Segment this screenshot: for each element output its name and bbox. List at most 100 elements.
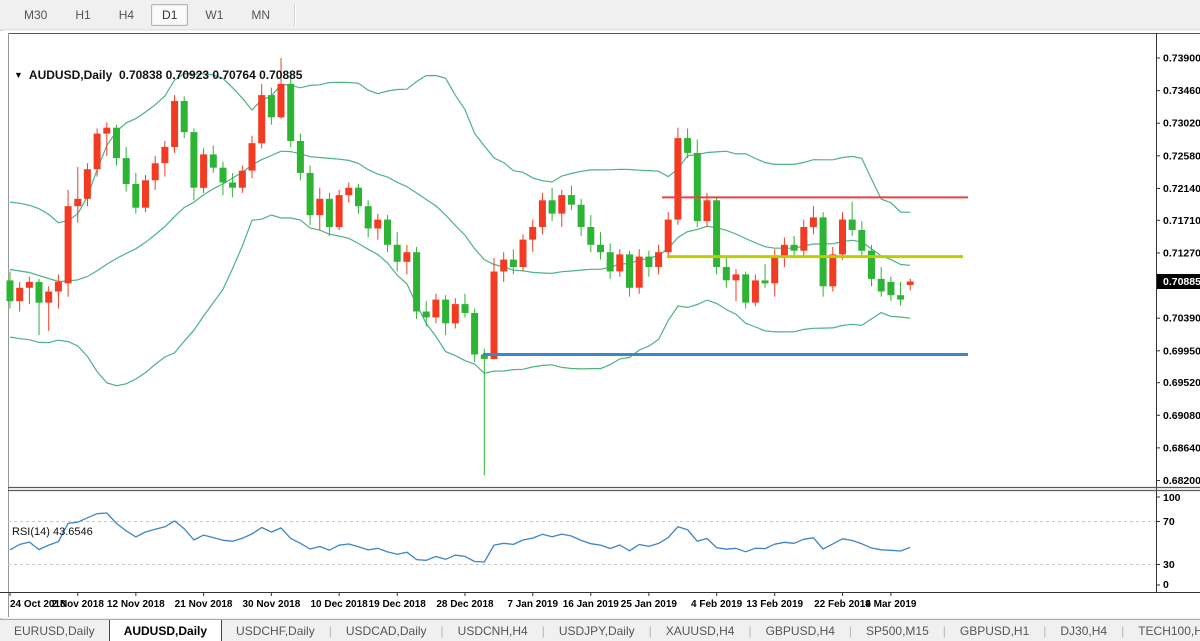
price-axis-label: 0.69950	[1163, 345, 1200, 357]
timeframe-toolbar: M30 H1 H4 D1 W1 MN	[0, 0, 1200, 30]
candle	[394, 245, 401, 262]
tab-usdchf-daily[interactable]: USDCHF,Daily	[222, 620, 329, 641]
candle	[694, 153, 701, 221]
tab-usdcad-daily[interactable]: USDCAD,Daily	[332, 620, 441, 641]
candle	[326, 199, 333, 227]
candle	[800, 227, 807, 251]
price-axis-label: 0.73460	[1163, 85, 1200, 97]
tab-audusd-daily[interactable]: AUDUSD,Daily	[109, 620, 222, 641]
candle	[578, 205, 585, 227]
candle	[568, 195, 575, 205]
rsi-axis-label: 70	[1163, 516, 1175, 528]
candle	[403, 252, 410, 262]
candle	[345, 188, 352, 195]
candle	[858, 230, 865, 251]
candle	[142, 180, 149, 207]
chart-canvas[interactable]: 0.739000.734600.730200.725800.721400.717…	[0, 31, 1200, 618]
time-axis-label: 25 Jan 2019	[621, 599, 678, 610]
time-axis-label: 4 Feb 2019	[691, 599, 743, 610]
time-axis-label: 30 Nov 2018	[242, 599, 300, 610]
candle	[200, 154, 207, 187]
chart-dropdown-icon[interactable]: ▼	[14, 70, 23, 80]
timeframe-button-d1[interactable]: D1	[151, 4, 188, 26]
candle	[597, 245, 604, 252]
candle	[287, 84, 294, 141]
candle	[520, 240, 527, 267]
chart-area[interactable]: ▼AUDUSD,Daily 0.70838 0.70923 0.70764 0.…	[0, 31, 1200, 618]
price-axis-label: 0.69520	[1163, 377, 1200, 389]
timeframe-button-w1[interactable]: W1	[194, 4, 234, 26]
tab-sp500-m15[interactable]: SP500,M15	[852, 620, 943, 641]
candle	[471, 313, 478, 355]
time-axis-label: 28 Dec 2018	[436, 599, 494, 610]
candle	[810, 217, 817, 227]
candle	[878, 279, 885, 292]
candle	[636, 257, 643, 288]
candle	[549, 200, 556, 213]
time-axis-label: 7 Jan 2019	[507, 599, 558, 610]
time-axis-label: 22 Feb 2019	[814, 599, 871, 610]
candle	[665, 220, 672, 253]
tab-eurusd-daily[interactable]: EURUSD,Daily	[0, 620, 109, 641]
tab-dj30-h4[interactable]: DJ30,H4	[1046, 620, 1121, 641]
tab-usdcnh-h4[interactable]: USDCNH,H4	[444, 620, 542, 641]
timeframe-button-mn[interactable]: MN	[240, 4, 281, 26]
candle	[7, 280, 14, 301]
time-axis-label: 19 Dec 2018	[369, 599, 427, 610]
candle	[742, 274, 749, 302]
candle	[36, 282, 43, 303]
tab-usdjpy-daily[interactable]: USDJPY,Daily	[545, 620, 649, 641]
candle	[307, 173, 314, 215]
timeframe-button-h1[interactable]: H1	[64, 4, 101, 26]
chart-title: ▼AUDUSD,Daily 0.70838 0.70923 0.70764 0.…	[14, 68, 302, 82]
candle	[258, 95, 265, 143]
price-axis-label: 0.68200	[1163, 475, 1200, 487]
candle	[684, 138, 691, 153]
candle	[374, 220, 381, 229]
timeframe-button-h4[interactable]: H4	[108, 4, 145, 26]
price-axis-label: 0.69080	[1163, 410, 1200, 422]
candle	[907, 282, 914, 286]
price-axis-label: 0.73900	[1163, 53, 1200, 65]
time-axis-label: 16 Jan 2019	[563, 599, 620, 610]
candle	[94, 134, 101, 170]
rsi-axis-label: 100	[1163, 492, 1181, 504]
candle	[733, 274, 740, 280]
candle	[442, 300, 449, 324]
rsi-indicator-label: RSI(14) 43.6546	[12, 526, 93, 538]
candle	[849, 220, 856, 230]
candle	[529, 227, 536, 240]
candle	[452, 304, 459, 323]
chart-symbol-label: AUDUSD,Daily	[29, 68, 112, 82]
candle	[123, 158, 130, 184]
candle	[704, 200, 711, 221]
tab-xauusd-h4[interactable]: XAUUSD,H4	[652, 620, 749, 641]
candle	[674, 138, 681, 220]
candle	[616, 254, 623, 271]
candle	[762, 280, 769, 283]
candle	[26, 282, 33, 288]
candle	[491, 272, 498, 360]
tab-tech100-h1[interactable]: TECH100,H1	[1124, 620, 1200, 641]
candle	[868, 251, 875, 279]
tab-gbpusd-h4[interactable]: GBPUSD,H4	[752, 620, 849, 641]
candle	[113, 128, 120, 158]
candle	[210, 154, 217, 167]
tab-gbpusd-h1[interactable]: GBPUSD,H1	[946, 620, 1043, 641]
candle	[316, 199, 323, 215]
candle	[65, 206, 72, 283]
candle	[171, 101, 178, 147]
candle	[820, 217, 827, 286]
candle	[365, 206, 372, 228]
timeframe-button-m30[interactable]: M30	[13, 4, 58, 26]
time-axis-label: 13 Feb 2019	[746, 599, 803, 610]
candle	[181, 101, 188, 132]
time-axis-label: 21 Nov 2018	[175, 599, 233, 610]
candle	[45, 292, 52, 303]
candle	[839, 220, 846, 255]
price-axis-label: 0.71710	[1163, 215, 1200, 227]
price-axis-label: 0.73020	[1163, 118, 1200, 130]
candle	[462, 304, 469, 313]
candle	[161, 147, 168, 163]
candle	[510, 260, 517, 267]
